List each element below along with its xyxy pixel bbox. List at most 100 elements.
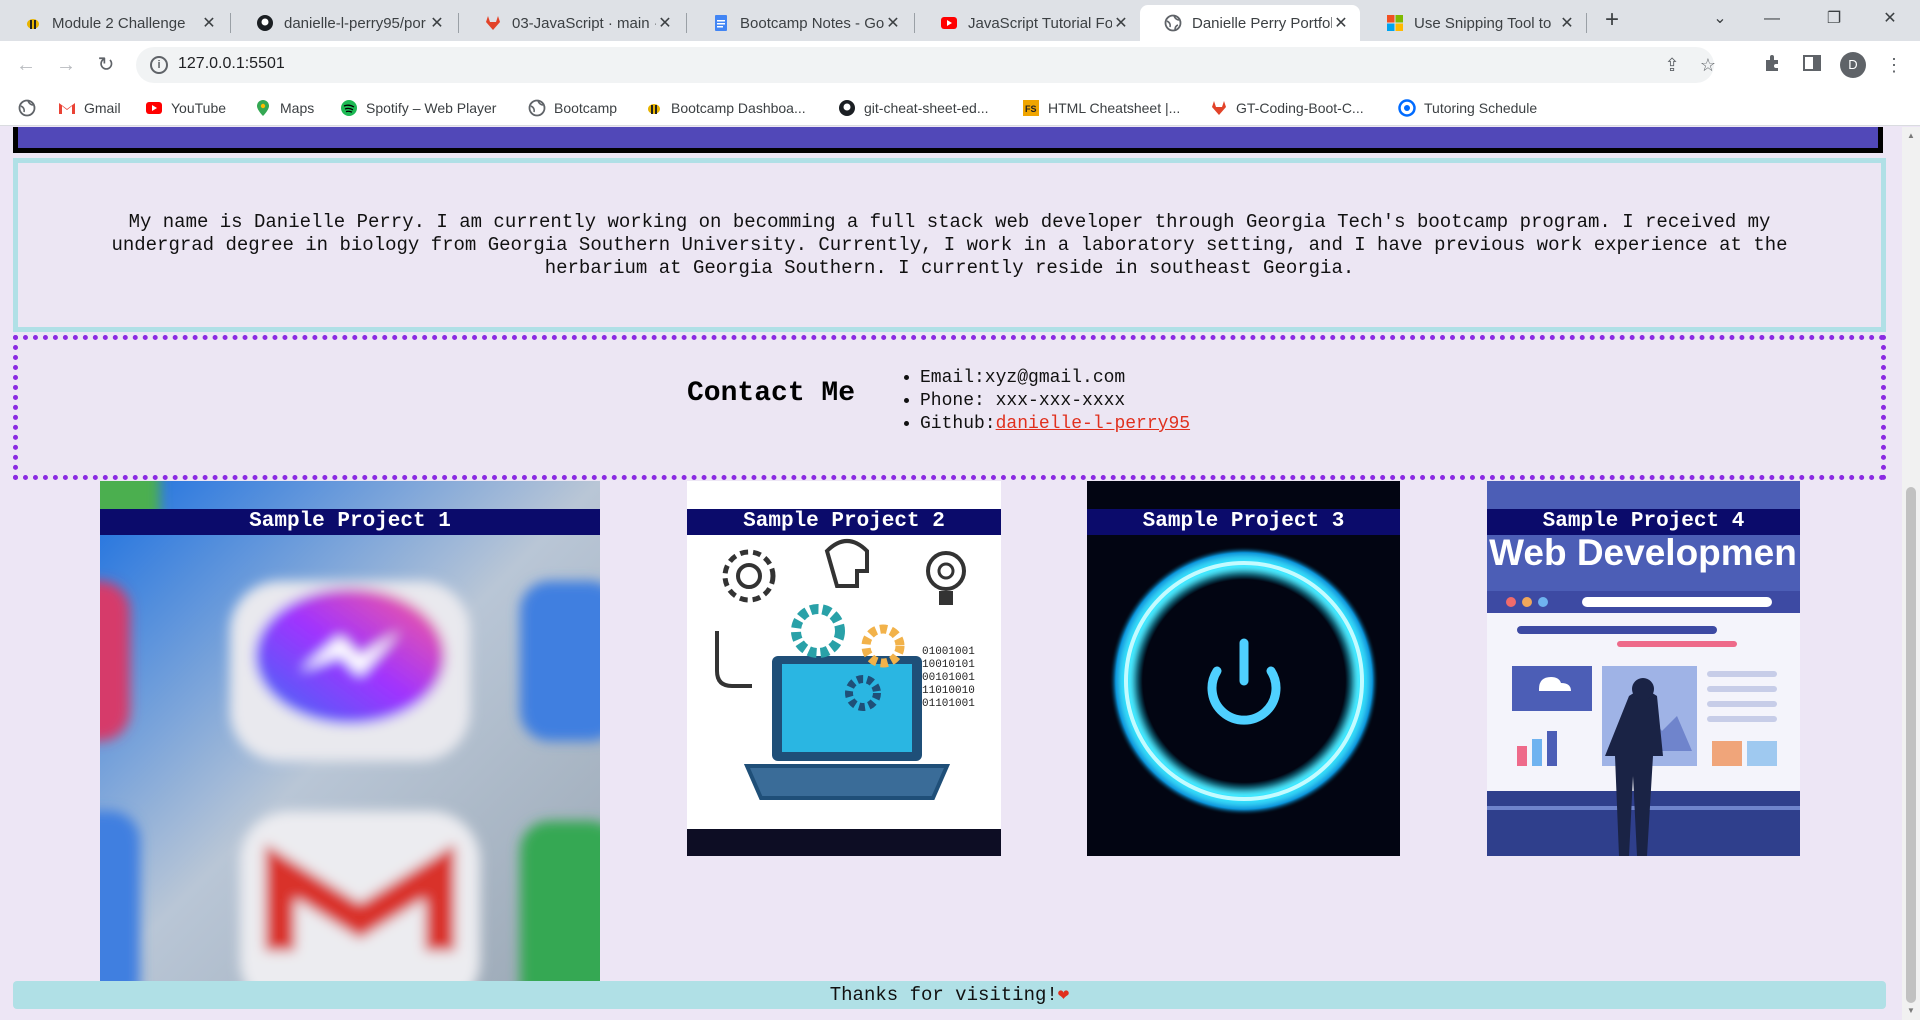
messenger-app-image [100, 481, 600, 981]
bookmark-youtube[interactable]: YouTube [145, 98, 226, 118]
close-icon[interactable]: ✕ [200, 13, 218, 33]
scrollbar-thumb[interactable] [1906, 487, 1916, 1003]
svg-text:01001001: 01001001 [922, 646, 975, 658]
kebab-menu-icon[interactable]: ⋮ [1882, 53, 1906, 77]
youtube-icon [940, 14, 958, 32]
gitlab-icon [1210, 99, 1228, 117]
contact-list: Email:xyz@gmail.com Phone: xxx-xxx-xxxx … [920, 367, 1190, 436]
bookmark-git-cheat-sheet[interactable]: git-cheat-sheet-ed... [838, 98, 989, 118]
project-card-1[interactable]: Sample Project 1 [100, 481, 600, 981]
profile-avatar[interactable]: D [1840, 52, 1866, 78]
window-close-icon[interactable]: ✕ [1870, 4, 1910, 34]
maps-pin-icon [254, 99, 272, 117]
tab-title: Bootcamp Notes - Go [740, 14, 884, 32]
page-scrollbar[interactable]: ▲ ▼ [1902, 127, 1920, 1020]
tab-module-2-challenge[interactable]: Module 2 Challenge ✕ [0, 5, 228, 41]
side-panel-icon[interactable] [1800, 53, 1824, 77]
bookmark-spotify[interactable]: Spotify – Web Player [340, 98, 496, 118]
svg-text:10010101: 10010101 [922, 659, 975, 671]
close-icon[interactable]: ✕ [1332, 13, 1350, 33]
tab-danielle-perry-portfolio[interactable]: Danielle Perry Portfoli ✕ [1140, 5, 1360, 41]
tab-search-chevron-icon[interactable]: ⌄ [1700, 4, 1740, 34]
address-bar[interactable]: i 127.0.0.1:5501 ⇪ ☆ [136, 47, 1716, 83]
svg-text:FS: FS [1025, 104, 1037, 114]
project-card-3[interactable]: Sample Project 3 [1087, 481, 1400, 856]
close-icon[interactable]: ✕ [656, 13, 674, 33]
new-tab-plus-icon[interactable]: + [1598, 6, 1626, 34]
project-title-2: Sample Project 2 [687, 509, 1001, 535]
bookmark-gt-coding-boot[interactable]: GT-Coding-Boot-C... [1210, 98, 1364, 118]
tab-divider [230, 13, 231, 33]
gitlab-icon [484, 14, 502, 32]
url-text[interactable]: 127.0.0.1:5501 [178, 55, 285, 73]
close-icon[interactable]: ✕ [428, 13, 446, 33]
github-link[interactable]: danielle-l-perry95 [996, 414, 1190, 434]
tab-javascript-tutorial[interactable]: JavaScript Tutorial For ✕ [916, 5, 1140, 41]
bookmark-label: HTML Cheatsheet |... [1048, 100, 1181, 116]
contact-phone: Phone: xxx-xxx-xxxx [920, 390, 1190, 413]
bookmark-bootcamp-dashboard[interactable]: Bootcamp Dashboa... [645, 98, 806, 118]
reload-icon[interactable]: ↻ [92, 51, 120, 79]
tab-title: JavaScript Tutorial For [968, 14, 1112, 32]
spotify-icon [340, 99, 358, 117]
scroll-down-arrow-icon[interactable]: ▼ [1906, 1006, 1916, 1016]
project-title-4: Sample Project 4 [1487, 509, 1800, 535]
bookmarks-bar: Gmail YouTube Maps Spotify – Web Player … [0, 89, 1920, 126]
scroll-up-arrow-icon[interactable]: ▲ [1906, 131, 1916, 141]
project-title-3: Sample Project 3 [1087, 509, 1400, 535]
heart-icon: ❤ [1057, 984, 1070, 1006]
docs-icon [712, 14, 730, 32]
close-icon[interactable]: ✕ [1558, 13, 1576, 33]
tab-bootcamp-notes[interactable]: Bootcamp Notes - Go ✕ [688, 5, 912, 41]
close-icon[interactable]: ✕ [1112, 13, 1130, 33]
contact-github: Github:danielle-l-perry95 [920, 413, 1190, 436]
globe-icon [1164, 14, 1182, 32]
tab-snipping-tool[interactable]: Use Snipping Tool to ✕ [1362, 5, 1586, 41]
tab-gitlab-javascript[interactable]: 03-JavaScript · main · ✕ [460, 5, 684, 41]
bee-icon [24, 14, 42, 32]
extensions-puzzle-icon[interactable] [1760, 53, 1784, 77]
bookmark-html-cheatsheet[interactable]: FS HTML Cheatsheet |... [1022, 98, 1180, 118]
restore-icon[interactable]: ❐ [1814, 4, 1854, 34]
bookmark-tutoring-schedule[interactable]: Tutoring Schedule [1398, 98, 1537, 118]
bookmark-star-icon[interactable]: ☆ [1696, 53, 1720, 77]
fs-icon: FS [1022, 99, 1040, 117]
tab-divider [914, 13, 915, 33]
gmail-icon [58, 99, 76, 117]
tab-title: danielle-l-perry95/por [284, 14, 426, 32]
project-card-2[interactable]: 01001001 10010101 00101001 11010010 0110… [687, 481, 1001, 856]
tab-divider [1586, 13, 1587, 33]
github-label: Github: [920, 414, 996, 434]
about-section: My name is Danielle Perry. I am currentl… [13, 158, 1886, 332]
bookmark-label: Spotify – Web Player [366, 100, 497, 116]
footer-text: Thanks for visiting! [829, 984, 1058, 1006]
bookmark-bootcamp[interactable]: Bootcamp [528, 98, 617, 118]
site-header [13, 127, 1883, 153]
project-card-4[interactable]: Web Developmen Sample Project 4 [1487, 481, 1800, 856]
back-arrow-icon[interactable]: ← [12, 51, 40, 79]
tab-divider [686, 13, 687, 33]
bookmark-label: Tutoring Schedule [1424, 100, 1538, 116]
site-info-icon[interactable]: i [150, 56, 168, 74]
github-icon [838, 99, 856, 117]
github-icon [256, 14, 274, 32]
bookmark-label: YouTube [171, 100, 227, 116]
tab-github-repo[interactable]: danielle-l-perry95/por ✕ [232, 5, 456, 41]
close-icon[interactable]: ✕ [884, 13, 902, 33]
web-development-image-text: Web Developmen [1489, 532, 1797, 573]
project-title-1: Sample Project 1 [100, 509, 600, 535]
minimize-icon[interactable]: — [1752, 4, 1792, 34]
svg-text:01101001: 01101001 [922, 698, 975, 710]
page-viewport: My name is Danielle Perry. I am currentl… [0, 127, 1902, 1020]
forward-arrow-icon[interactable]: → [52, 51, 80, 79]
bookmark-label: Maps [280, 100, 315, 116]
power-button-image [1087, 481, 1400, 856]
contact-heading: Contact Me [687, 378, 856, 409]
bookmark-globe[interactable] [18, 98, 44, 118]
browser-toolbar: ← → ↻ i 127.0.0.1:5501 ⇪ ☆ D ⋮ [0, 41, 1920, 89]
share-icon[interactable]: ⇪ [1660, 53, 1684, 77]
about-text: My name is Danielle Perry. I am currentl… [111, 210, 1788, 279]
bookmark-gmail[interactable]: Gmail [58, 98, 121, 118]
bee-icon [645, 99, 663, 117]
bookmark-maps[interactable]: Maps [254, 98, 314, 118]
